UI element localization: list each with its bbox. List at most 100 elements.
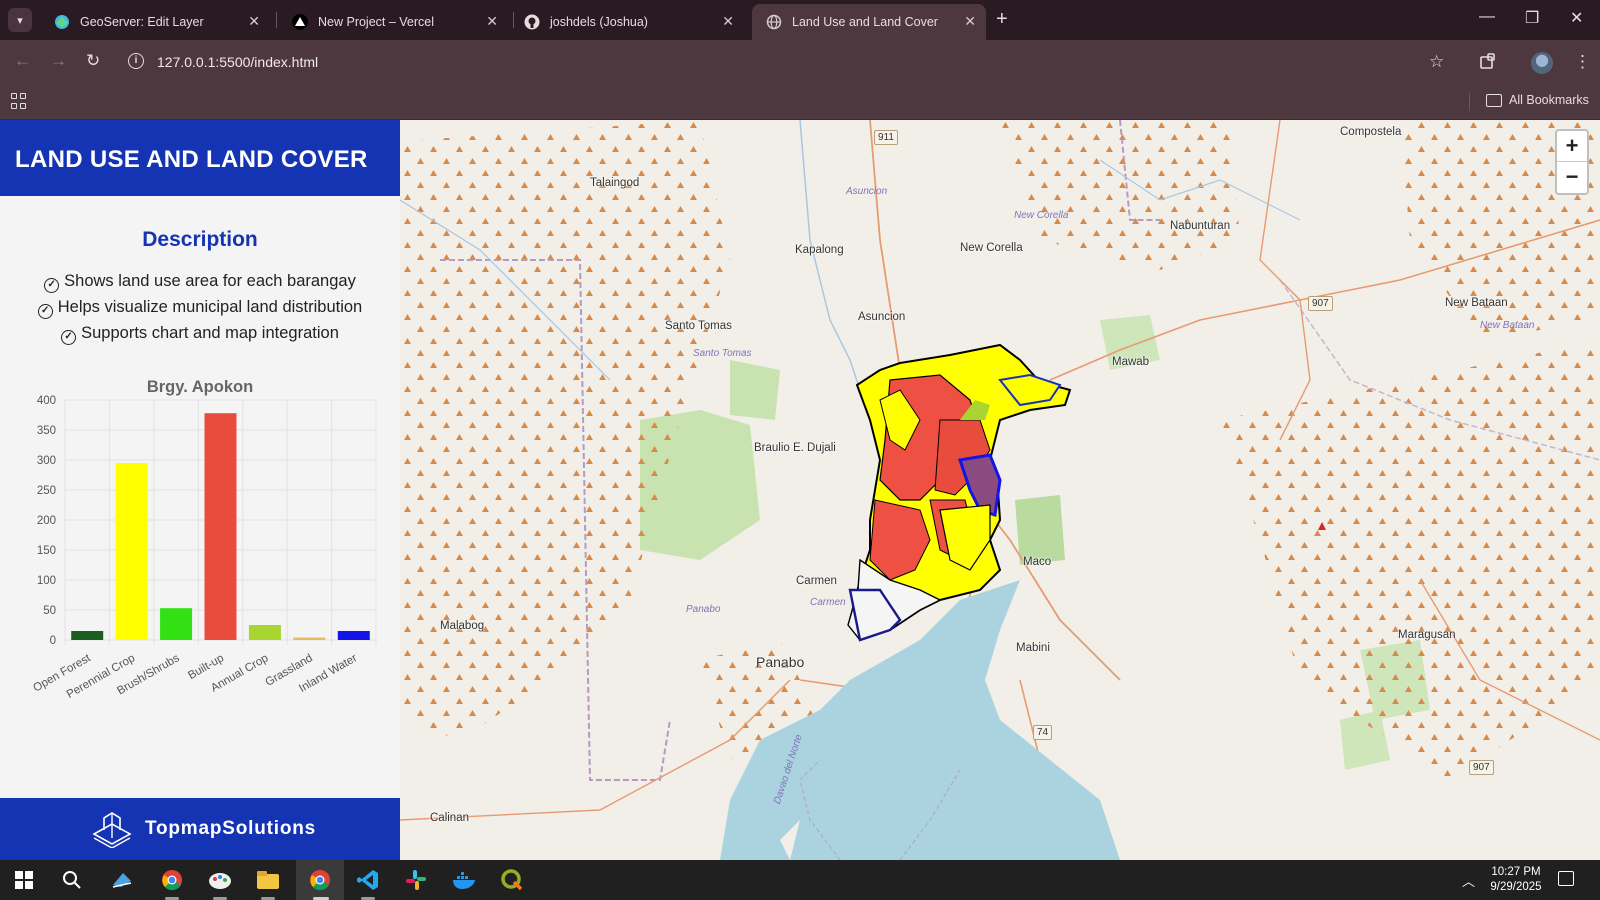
place-label: Compostela <box>1340 126 1402 138</box>
y-tick-label: 0 <box>50 635 56 647</box>
road-shield: 74 <box>1033 725 1053 740</box>
task-view-icon[interactable] <box>110 868 134 892</box>
map-view[interactable]: Talaingod Kapalong New Corella Nabuntura… <box>400 120 1600 860</box>
y-tick-label: 400 <box>37 395 56 407</box>
description-item: ✓ Helps visualize municipal land distribu… <box>0 298 400 319</box>
description-text: Shows land use area for each barangay <box>64 272 356 290</box>
vscode-icon[interactable] <box>356 868 380 892</box>
slack-icon[interactable] <box>404 868 428 892</box>
place-label: Nabunturan <box>1170 220 1231 232</box>
footer-brand: TopmapSolutions <box>145 818 317 839</box>
clock-date: 9/29/2025 <box>1490 881 1542 893</box>
y-tick-label: 350 <box>37 425 56 437</box>
browser-tab-bar: ▾ GeoServer: Edit Layer ✕ New Project – … <box>0 0 1600 40</box>
description-item: ✓ Shows land use area for each barangay <box>0 272 400 293</box>
y-tick-label: 100 <box>37 575 56 587</box>
road-shield: 907 <box>1308 296 1333 311</box>
chevron-up-icon[interactable]: ︿ <box>1462 871 1475 890</box>
park-area <box>1015 495 1065 565</box>
docker-icon[interactable] <box>452 868 476 892</box>
check-circle-icon: ✓ <box>37 304 53 319</box>
tab-geoserver[interactable]: GeoServer: Edit Layer ✕ <box>40 4 270 40</box>
y-tick-label: 300 <box>37 455 56 467</box>
land-use-bar-chart: 050100150200250300350400Open ForestPeren… <box>31 395 377 701</box>
menu-kebab-icon[interactable]: ⋮ <box>1574 52 1591 72</box>
sidebar-panel: LAND USE AND LAND COVER Description ✓ Sho… <box>0 120 400 860</box>
qgis-icon[interactable] <box>500 868 524 892</box>
sidebar-header: LAND USE AND LAND COVER <box>0 120 400 196</box>
tab-land-use[interactable]: Land Use and Land Cover ✕ <box>752 4 986 40</box>
place-label: New Corella <box>960 242 1023 254</box>
zoom-in-button[interactable]: + <box>1557 131 1587 162</box>
zoom-out-button[interactable]: − <box>1557 162 1587 193</box>
close-icon[interactable]: ✕ <box>248 13 260 30</box>
windows-start-icon[interactable] <box>12 868 36 892</box>
globe-icon <box>766 14 782 30</box>
windows-taskbar: ︿ 10:27 PM 9/29/2025 <box>0 860 1600 900</box>
bookmark-star-icon[interactable]: ☆ <box>1429 52 1444 72</box>
tab-title: GeoServer: Edit Layer <box>80 15 204 29</box>
bar <box>337 631 370 640</box>
water-label: New Corella <box>1014 210 1069 221</box>
chrome-icon[interactable] <box>160 868 184 892</box>
check-circle-icon: ✓ <box>61 330 77 345</box>
y-tick-label: 150 <box>37 545 56 557</box>
close-window-button[interactable]: ✕ <box>1570 8 1583 28</box>
forward-button[interactable]: → <box>50 51 67 71</box>
place-label: Santo Tomas <box>665 320 732 332</box>
minimize-button[interactable]: — <box>1479 8 1495 26</box>
close-icon[interactable]: ✕ <box>486 13 498 30</box>
close-icon[interactable]: ✕ <box>964 13 976 30</box>
system-clock[interactable]: 10:27 PM 9/29/2025 <box>1476 865 1556 895</box>
page-title: LAND USE AND LAND COVER <box>15 146 368 173</box>
folder-icon[interactable] <box>1486 94 1502 107</box>
reload-button[interactable]: ↻ <box>86 51 100 71</box>
basemap[interactable] <box>400 120 1600 860</box>
all-bookmarks-link[interactable]: All Bookmarks <box>1509 93 1589 107</box>
description-text: Helps visualize municipal land distribut… <box>57 298 363 316</box>
github-icon <box>524 14 540 30</box>
site-info-icon[interactable]: i <box>128 53 144 69</box>
place-label: Kapalong <box>795 244 844 256</box>
bar <box>204 413 237 640</box>
water-label: Santo Tomas <box>693 348 752 359</box>
place-label: Panabo <box>756 654 805 670</box>
tab-separator <box>276 12 277 28</box>
back-button[interactable]: ← <box>14 51 31 71</box>
road-shield: 911 <box>874 130 898 145</box>
place-label: Braulio E. Dujali <box>754 442 836 454</box>
paint-icon[interactable] <box>208 868 232 892</box>
bookmarks-bar: All Bookmarks <box>0 84 1600 120</box>
place-label: Mawab <box>1112 356 1150 368</box>
y-tick-label: 250 <box>37 485 56 497</box>
chrome-icon[interactable] <box>308 868 332 892</box>
tab-github[interactable]: joshdels (Joshua) ✕ <box>510 4 744 40</box>
bar <box>160 608 193 640</box>
close-icon[interactable]: ✕ <box>722 13 734 30</box>
y-tick-label: 200 <box>37 515 56 527</box>
tab-search-button[interactable]: ▾ <box>8 8 32 32</box>
y-tick-label: 50 <box>43 605 56 617</box>
water-label: New Bataan <box>1480 320 1535 331</box>
bar <box>71 631 104 640</box>
tab-title: Land Use and Land Cover <box>792 15 938 29</box>
zoom-control: + − <box>1555 129 1589 195</box>
new-tab-button[interactable]: + <box>996 8 1008 31</box>
profile-avatar[interactable] <box>1531 52 1553 74</box>
place-label: Malabog <box>440 620 485 632</box>
tab-vercel[interactable]: New Project – Vercel ✕ <box>278 4 508 40</box>
search-icon[interactable] <box>60 868 84 892</box>
apps-grid-icon[interactable] <box>11 93 27 109</box>
address-bar[interactable]: 127.0.0.1:5500/index.html <box>157 54 318 70</box>
bar <box>115 463 148 640</box>
file-explorer-icon[interactable] <box>256 868 280 892</box>
notification-icon[interactable] <box>1558 871 1574 886</box>
bookmark-separator <box>1469 93 1470 111</box>
place-label: Calinan <box>430 812 469 824</box>
tab-title: joshdels (Joshua) <box>550 15 648 29</box>
road-shield: 907 <box>1469 760 1494 775</box>
extensions-icon[interactable] <box>1479 52 1497 75</box>
bar <box>248 625 281 640</box>
restore-button[interactable]: ❐ <box>1525 8 1539 28</box>
place-label: Asuncion <box>858 311 906 323</box>
